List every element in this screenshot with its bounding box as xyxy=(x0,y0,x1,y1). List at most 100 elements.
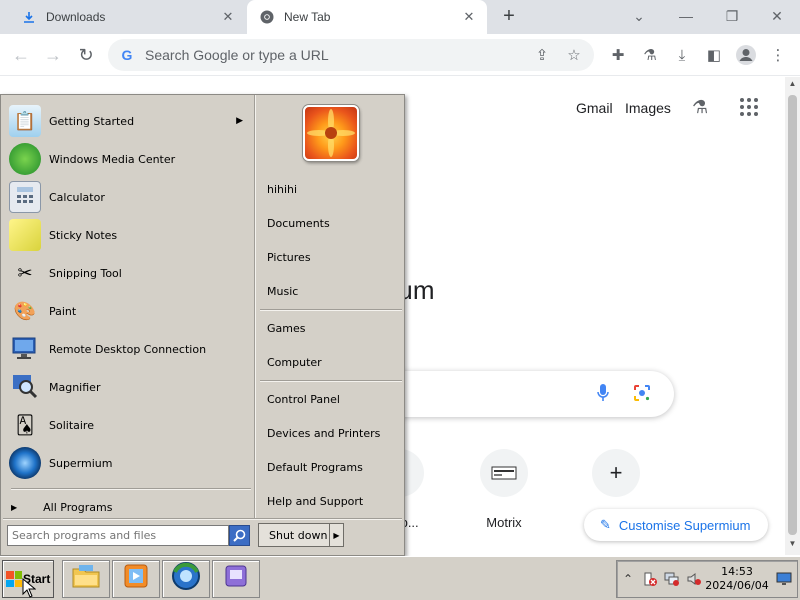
extensions-icon[interactable]: ✚ xyxy=(606,43,630,67)
images-link[interactable]: Images xyxy=(625,100,671,116)
program-label: Calculator xyxy=(49,190,105,204)
program-paint[interactable]: 🎨 Paint xyxy=(9,293,251,329)
getting-started-icon: 📋 xyxy=(9,105,41,137)
program-label: Magnifier xyxy=(49,380,101,394)
media-player-icon xyxy=(123,563,149,595)
close-tab-icon[interactable]: ✕ xyxy=(459,7,479,27)
taskbar-supermium[interactable] xyxy=(162,560,210,598)
shortcut-motrix[interactable]: Motrix xyxy=(464,449,544,530)
volume-muted-icon[interactable] xyxy=(683,568,705,590)
new-tab-button[interactable]: + xyxy=(498,6,520,28)
divider xyxy=(11,488,251,490)
right-item-documents[interactable]: Documents xyxy=(267,213,401,233)
tab-title: New Tab xyxy=(284,10,331,24)
tab-downloads[interactable]: Downloads ✕ xyxy=(0,0,246,34)
right-item-devices-printers[interactable]: Devices and Printers xyxy=(267,423,401,443)
omnibox[interactable]: G ⇪ ☆ xyxy=(108,39,594,71)
shortcut-label: Motrix xyxy=(486,515,522,530)
right-item-games[interactable]: Games xyxy=(267,318,401,338)
google-lens-icon[interactable] xyxy=(633,384,651,407)
restore-icon[interactable]: ❐ xyxy=(720,4,744,28)
program-label: Remote Desktop Connection xyxy=(49,342,207,356)
program-snipping-tool[interactable]: ✂ Snipping Tool xyxy=(9,255,251,291)
all-programs-button[interactable]: ▶ All Programs xyxy=(11,497,251,517)
user-picture[interactable] xyxy=(303,105,359,161)
scroll-down-icon[interactable]: ▼ xyxy=(785,539,800,553)
right-item-user[interactable]: hihihi xyxy=(267,179,401,199)
program-label: Sticky Notes xyxy=(49,228,118,242)
divider xyxy=(260,309,402,311)
program-magnifier[interactable]: Magnifier xyxy=(9,369,251,405)
right-item-pictures[interactable]: Pictures xyxy=(267,247,401,267)
gmail-link[interactable]: Gmail xyxy=(576,100,613,116)
search-icon[interactable] xyxy=(229,525,250,546)
program-supermium[interactable]: Supermium xyxy=(9,445,251,481)
scrollbar-thumb[interactable] xyxy=(788,95,797,535)
right-item-music[interactable]: Music xyxy=(267,281,401,301)
action-center-icon[interactable] xyxy=(639,568,661,590)
scroll-up-icon[interactable]: ▲ xyxy=(785,79,800,93)
supermium-icon xyxy=(9,447,41,479)
program-remote-desktop[interactable]: Remote Desktop Connection xyxy=(9,331,251,367)
chevron-down-icon[interactable]: ⌄ xyxy=(627,4,651,28)
taskbar-app[interactable] xyxy=(212,560,260,598)
right-item-help-support[interactable]: Help and Support xyxy=(267,491,401,511)
paint-icon: 🎨 xyxy=(13,300,37,322)
profile-avatar-icon[interactable] xyxy=(734,43,758,67)
shutdown-label: Shut down xyxy=(269,528,328,542)
program-label: Supermium xyxy=(49,456,113,470)
tray-expand-icon[interactable]: ⌃ xyxy=(617,568,639,590)
program-calculator[interactable]: Calculator xyxy=(9,179,251,215)
tab-strip: Downloads ✕ New Tab ✕ + ⌄ — ❐ ✕ xyxy=(0,0,800,34)
close-window-icon[interactable]: ✕ xyxy=(765,4,789,28)
app-icon xyxy=(224,564,248,594)
vertical-divider xyxy=(254,95,256,518)
start-menu-programs: 📋 Getting Started ▶ Windows Media Center… xyxy=(3,97,253,517)
star-icon[interactable]: ☆ xyxy=(562,43,586,67)
back-arrow-icon[interactable]: ← xyxy=(9,43,33,67)
minimize-icon[interactable]: — xyxy=(674,4,698,28)
customise-button[interactable]: ✎ Customise Supermium xyxy=(584,509,768,541)
program-label: Solitaire xyxy=(49,418,94,432)
pencil-icon: ✎ xyxy=(600,517,611,532)
network-icon[interactable] xyxy=(661,568,683,590)
all-programs-label: All Programs xyxy=(43,500,113,514)
shutdown-options-arrow-icon[interactable]: ▶ xyxy=(329,524,343,546)
omnibox-input[interactable] xyxy=(145,47,530,63)
right-item-default-programs[interactable]: Default Programs xyxy=(267,457,401,477)
right-item-computer[interactable]: Computer xyxy=(267,352,401,372)
shutdown-button[interactable]: Shut down ▶ xyxy=(258,523,344,547)
tab-new-tab[interactable]: New Tab ✕ xyxy=(247,0,487,34)
start-search-input[interactable] xyxy=(7,525,229,546)
download-icon xyxy=(22,10,36,24)
download-icon[interactable]: ⤓ xyxy=(670,43,694,67)
program-sticky-notes[interactable]: Sticky Notes xyxy=(9,217,251,253)
start-menu: 📋 Getting Started ▶ Windows Media Center… xyxy=(0,94,405,556)
forward-arrow-icon[interactable]: → xyxy=(41,43,65,67)
share-icon[interactable]: ⇪ xyxy=(530,43,554,67)
customise-label: Customise Supermium xyxy=(618,517,751,533)
taskbar-file-explorer[interactable] xyxy=(62,560,110,598)
clock-date: 2024/06/04 xyxy=(705,579,769,592)
program-windows-media-center[interactable]: Windows Media Center xyxy=(9,141,251,177)
divider xyxy=(260,380,402,382)
reload-icon[interactable]: ↻ xyxy=(74,43,98,67)
apps-grid-icon[interactable] xyxy=(739,97,759,120)
microphone-icon[interactable] xyxy=(596,383,610,408)
more-menu-icon[interactable]: ⋮ xyxy=(766,43,790,67)
clock[interactable]: 14:53 2024/06/04 xyxy=(705,565,769,593)
labs-flask-icon[interactable]: ⚗ xyxy=(692,97,708,118)
media-center-icon xyxy=(9,143,41,175)
remote-desktop-icon xyxy=(9,333,41,365)
solitaire-icon: 🂡 xyxy=(15,414,35,436)
side-panel-icon[interactable]: ◧ xyxy=(702,43,726,67)
program-getting-started[interactable]: 📋 Getting Started ▶ xyxy=(9,103,251,139)
close-tab-icon[interactable]: ✕ xyxy=(218,7,238,27)
chrome-icon xyxy=(260,10,274,24)
show-desktop-icon[interactable] xyxy=(773,568,795,590)
page-scrollbar[interactable]: ▲ ▼ xyxy=(785,77,800,555)
right-item-control-panel[interactable]: Control Panel xyxy=(267,389,401,409)
labs-flask-icon[interactable]: ⚗ xyxy=(638,43,662,67)
taskbar-media-player[interactable] xyxy=(112,560,160,598)
program-solitaire[interactable]: 🂡 Solitaire xyxy=(9,407,251,443)
